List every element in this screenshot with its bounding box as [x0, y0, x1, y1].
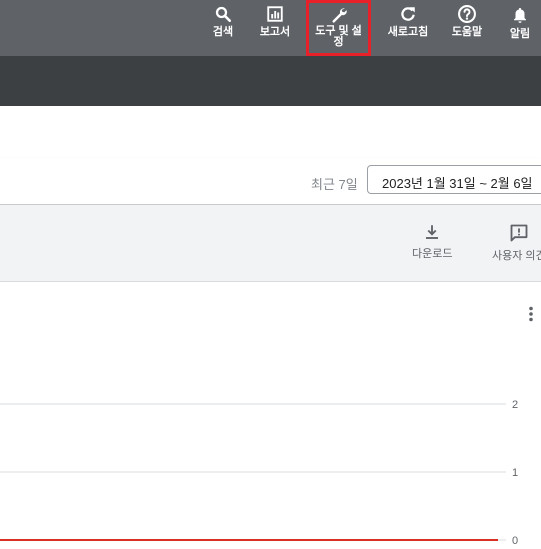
nav-refresh-label: 새로고침: [387, 26, 429, 38]
nav-search-button[interactable]: 검색: [208, 0, 238, 56]
feedback-icon: [510, 224, 528, 242]
trend-chart: 2 1 0: [0, 399, 518, 547]
nav-search-label: 검색: [212, 26, 234, 38]
nav-refresh-button[interactable]: 새로고침: [384, 0, 432, 56]
help-circle-icon: [458, 5, 476, 23]
search-icon: [215, 6, 232, 23]
refresh-icon: [401, 7, 415, 21]
date-range-value: 2023년 1월 31일 ~ 2월 6일: [382, 176, 533, 191]
report-action-bar: 다운로드 사용자 의견: [0, 205, 541, 282]
sub-header-bar: [0, 56, 541, 106]
nav-notifications-label: 알림: [509, 28, 531, 40]
nav-reports-button[interactable]: 보고서: [254, 0, 296, 56]
report-chart-icon: [267, 6, 283, 22]
feedback-label: 사용자 의견: [492, 250, 541, 262]
nav-help-label: 도움말: [451, 26, 483, 38]
date-range-selector[interactable]: 2023년 1월 31일 ~ 2월 6일: [367, 165, 541, 194]
y-tick-label: 0: [512, 535, 518, 547]
feedback-button[interactable]: 사용자 의견: [492, 223, 541, 263]
top-header-bar: 검색 보고서 도구 및 설정 새로고침 도움말 알림: [0, 0, 541, 56]
nav-notifications-button[interactable]: 알림: [505, 0, 535, 56]
bell-icon: [514, 7, 526, 23]
nav-help-button[interactable]: 도움말: [448, 0, 486, 56]
wrench-icon: [331, 8, 347, 23]
y-tick-label: 2: [512, 399, 518, 411]
nav-reports-label: 보고서: [259, 26, 291, 38]
y-tick-label: 1: [512, 467, 518, 479]
date-range-prefix: 최근 7일: [311, 177, 358, 192]
nav-tools-label: 도구 및 설정: [315, 25, 362, 48]
download-icon: [426, 225, 439, 239]
download-label: 다운로드: [412, 248, 453, 260]
nav-tools-settings-button[interactable]: 도구 및 설정: [306, 0, 371, 56]
filter-row: [0, 106, 541, 159]
date-range-row: 최근 7일 2023년 1월 31일 ~ 2월 6일: [0, 158, 541, 205]
download-button[interactable]: 다운로드: [412, 223, 452, 261]
